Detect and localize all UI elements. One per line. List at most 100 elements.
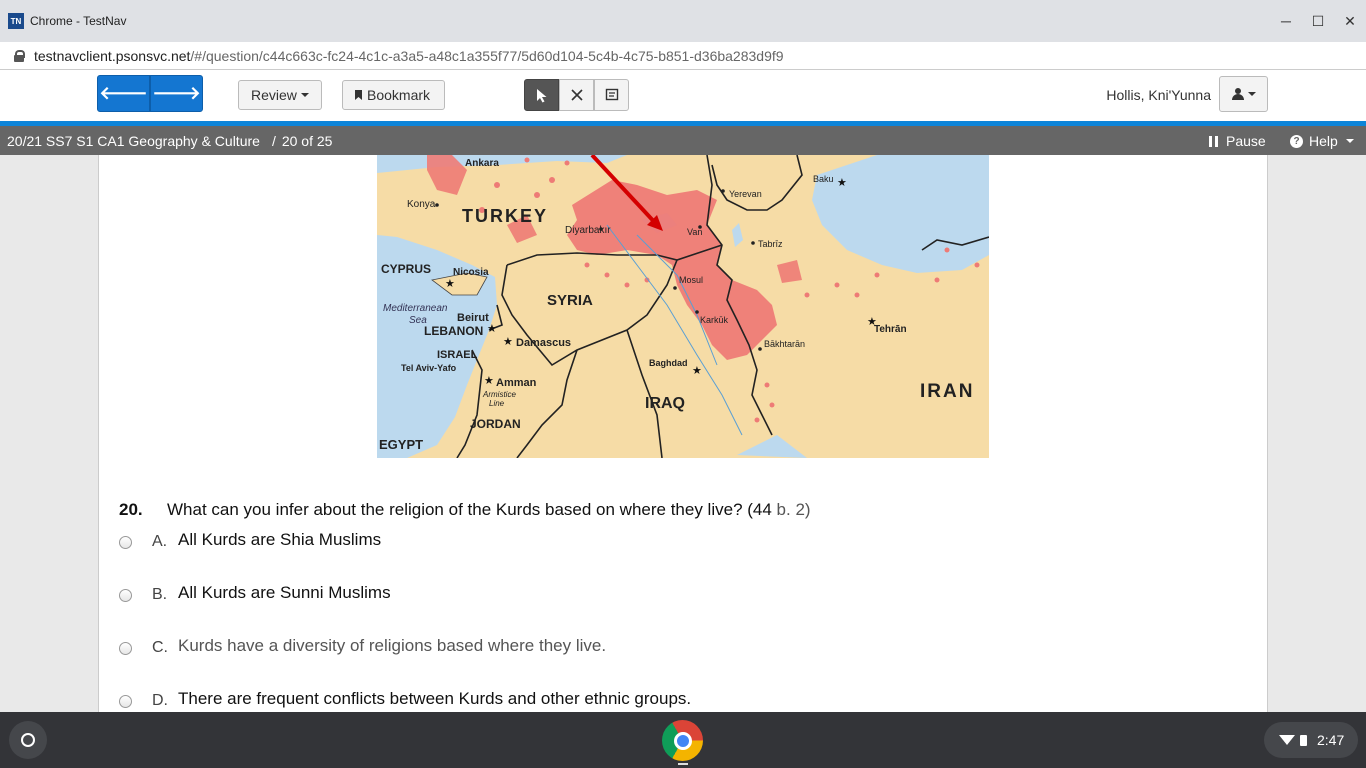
chrome-app-icon[interactable] [662, 720, 703, 761]
svg-text:★: ★ [484, 374, 494, 387]
map-label-nicosia: Nicosia [453, 267, 489, 278]
map-label-telaviv: Tel Aviv-Yafo [401, 363, 457, 373]
map-label-lebanon: LEBANON [424, 324, 483, 338]
pause-button[interactable]: Pause [1209, 133, 1266, 149]
lock-icon [14, 49, 25, 62]
option-text[interactable]: All Kurds are Shia Muslims [178, 530, 381, 550]
answer-option-b[interactable]: B. All Kurds are Sunni Muslims [119, 583, 391, 607]
question-text: What can you infer about the religion of… [167, 500, 811, 520]
map-label-karkuk: Karkūk [700, 315, 729, 325]
bookmark-icon [355, 90, 362, 100]
user-menu-button[interactable] [1219, 76, 1268, 112]
pause-icon [1209, 135, 1218, 147]
url-path[interactable]: /#/question/c44c663c-fc24-4c1c-a3a5-a48c… [190, 48, 783, 64]
answer-option-c[interactable]: C. Kurds have a diversity of religions b… [119, 636, 606, 660]
test-name: 20/21 SS7 S1 CA1 Geography & Culture [7, 132, 260, 149]
caret-down-icon [300, 93, 309, 97]
svg-text:★: ★ [867, 315, 877, 328]
review-button[interactable]: Review [238, 80, 322, 110]
testnav-logo-icon: TN [8, 13, 24, 29]
system-tray[interactable]: 2:47 [1264, 722, 1358, 758]
window-title: Chrome - TestNav [30, 14, 127, 28]
map-label-amman: Amman [496, 377, 537, 389]
question-text-main: What can you infer about the religion of… [167, 500, 772, 519]
map-label-cyprus: CYPRUS [381, 262, 431, 276]
help-label: Help [1309, 133, 1338, 149]
notepad-tool-button[interactable] [594, 79, 629, 111]
option-letter: D. [152, 692, 168, 709]
map-label-diyarbakir: Diyarbakır [565, 225, 611, 236]
map-label-jordan: JORDAN [470, 417, 521, 431]
radio-button[interactable] [119, 694, 132, 708]
previous-question-button[interactable]: 🡐 [97, 75, 150, 112]
map-label-iran: IRAN [920, 381, 974, 402]
url-host[interactable]: testnavclient.psonsvc.net [34, 48, 190, 64]
minimize-button[interactable]: ─ [1270, 0, 1302, 42]
browser-titlebar: TN Chrome - TestNav ─ ☐ ✕ [0, 0, 1366, 42]
active-app-indicator [678, 763, 688, 765]
map-label-turkey: TURKEY [462, 206, 548, 226]
launcher-icon [21, 733, 35, 747]
answer-option-d[interactable]: D. There are frequent conflicts between … [119, 689, 691, 712]
bookmark-label: Bookmark [367, 87, 431, 103]
window-controls: ─ ☐ ✕ [1270, 0, 1366, 42]
close-button[interactable]: ✕ [1334, 0, 1366, 42]
question-position: 20 of 25 [281, 132, 333, 149]
question-number: 20. [119, 500, 143, 519]
testnav-toolbar: 🡐 🡒 Review Bookmark Hollis, Kni'Yunna [0, 70, 1366, 121]
svg-text:★: ★ [503, 335, 513, 348]
caret-down-icon [1247, 92, 1256, 96]
map-label-iraq: IRAQ [645, 395, 685, 412]
map-label-damascus: Damascus [516, 337, 571, 349]
svg-text:★: ★ [445, 277, 455, 290]
help-icon: ? [1290, 134, 1303, 148]
option-letter: B. [152, 586, 168, 603]
radio-button[interactable] [119, 535, 132, 549]
question-panel[interactable]: Ankara TURKEY Konya Yerevan Baku Diyarba… [98, 155, 1268, 712]
user-name: Hollis, Kni'Yunna [1106, 87, 1211, 103]
battery-icon [1300, 734, 1307, 746]
map-label-line: Line [489, 399, 505, 408]
bookmark-button[interactable]: Bookmark [342, 80, 445, 110]
os-taskbar: 2:47 [0, 712, 1366, 768]
map-label-armistice: Armistice [482, 390, 516, 399]
user-icon [1231, 88, 1244, 100]
option-text[interactable]: Kurds have a diversity of religions base… [178, 636, 606, 656]
option-text[interactable]: There are frequent conflicts between Kur… [178, 689, 691, 709]
arrow-right-icon: 🡒 [152, 83, 201, 103]
next-question-button[interactable]: 🡒 [150, 75, 203, 112]
question-text-reference: b. 2) [776, 500, 811, 519]
test-info-bar: 20/21 SS7 S1 CA1 Geography & Culture / 2… [0, 126, 1366, 155]
help-button[interactable]: ? Help [1290, 133, 1354, 149]
eliminator-icon [570, 89, 583, 101]
map-label-tabriz: Tabrīz [758, 239, 783, 249]
svg-text:★: ★ [837, 176, 847, 189]
address-bar[interactable]: testnavclient.psonsvc.net/#/question/c44… [0, 42, 1366, 70]
arrow-left-icon: 🡐 [99, 83, 148, 103]
map-label-egypt: EGYPT [379, 437, 423, 452]
launcher-button[interactable] [9, 721, 47, 759]
radio-button[interactable] [119, 588, 132, 602]
map-label-mosul: Mosul [679, 275, 703, 285]
radio-button[interactable] [119, 641, 132, 655]
map-label-beirut: Beirut [457, 312, 489, 324]
kurdistan-map: Ankara TURKEY Konya Yerevan Baku Diyarba… [377, 155, 989, 458]
map-label-baku: Baku [813, 174, 834, 184]
map-label-syria: SYRIA [547, 292, 593, 309]
option-text[interactable]: All Kurds are Sunni Muslims [178, 583, 391, 603]
map-label-yerevan: Yerevan [729, 189, 762, 199]
svg-text:★: ★ [487, 322, 497, 335]
clock: 2:47 [1317, 732, 1345, 748]
maximize-button[interactable]: ☐ [1302, 0, 1334, 42]
chrome-center [673, 731, 692, 750]
answer-option-a[interactable]: A. All Kurds are Shia Muslims [119, 530, 381, 554]
caret-down-icon [1345, 139, 1354, 143]
pointer-tool-button[interactable] [524, 79, 559, 111]
map-label-konya: Konya [407, 199, 436, 210]
option-letter: A. [152, 533, 168, 550]
answer-eliminator-button[interactable] [559, 79, 594, 111]
wifi-icon [1279, 735, 1295, 745]
pause-label: Pause [1226, 133, 1266, 149]
map-label-israel: ISRAEL [437, 349, 478, 361]
map-label-mediterranean: Mediterranean [383, 303, 448, 314]
